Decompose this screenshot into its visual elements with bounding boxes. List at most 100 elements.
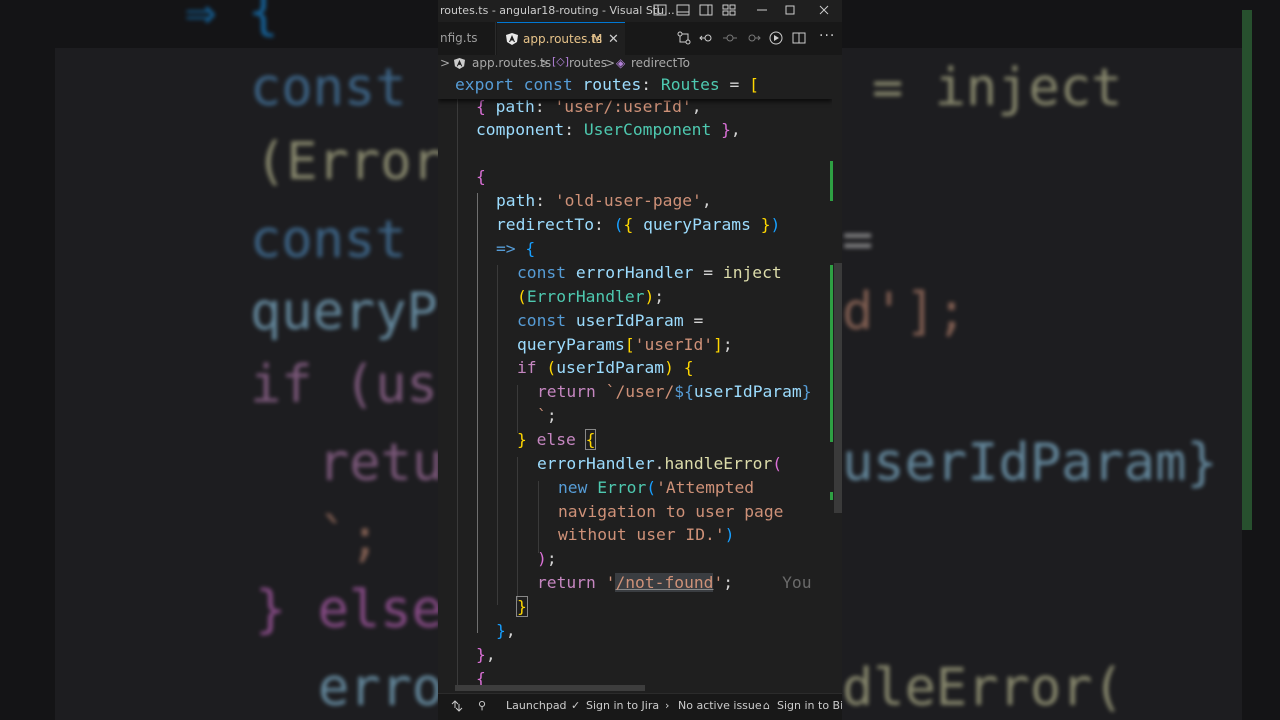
tab-label: app.routes.ts [523,32,603,46]
code-line: `; [537,406,557,425]
indent-guide [517,385,518,433]
code-line: new Error('Attempted [558,478,755,497]
background-text: `; [318,508,381,568]
indent-guide [497,265,498,605]
background-text: userIdParam} [842,433,1218,493]
rocket-icon: ⚲ [478,699,487,712]
code-line: without user ID.') [558,525,735,544]
code-line: => { [496,239,536,258]
scrollbar-thumb[interactable] [834,263,842,513]
breadcrumb-separator: > [605,56,616,70]
code-line: }, [496,621,516,640]
code-line: queryParams['userId']; [517,335,733,354]
timeline-back-icon[interactable] [699,30,715,46]
remote-icon[interactable] [451,700,463,712]
sticky-scroll-header[interactable]: export const routes: Routes = [ [438,73,832,99]
background-text: const [250,58,407,118]
breadcrumb-symbol-routes[interactable]: routes [569,56,607,70]
git-blame-hint: You [782,573,812,592]
launchpad-item[interactable]: Launchpad [506,699,567,712]
toggle-secondary-sidebar-icon[interactable] [698,2,714,18]
code-line: } [516,596,528,617]
timeline-forward-icon[interactable] [722,30,738,46]
gitlens-inspect-icon[interactable] [768,30,784,46]
background-text: dleError( [842,658,1124,718]
background-text: } else [255,580,438,640]
code-line: export const routes: Routes = [ [455,75,759,94]
background-text: ⇒ { [185,0,279,42]
jira-issue-item[interactable]: No active issue [678,699,762,712]
indent-guide [477,193,478,633]
code-line: { [476,167,486,186]
editor-tabs: nfig.ts app.routes.ts M ✕ ··· [438,22,842,56]
code-editor[interactable]: export const routes: Routes = [ { path: … [438,73,832,685]
indent-guide [538,481,539,553]
vscode-window: routes.ts - angular18-routing - Visual S… [438,0,842,720]
jira-signin-item[interactable]: Sign in to Jira [586,699,659,712]
code-line: if (userIdParam) { [517,358,694,377]
background-text: queryP [250,282,438,342]
bitbucket-icon: ⌂ [763,699,770,712]
variable-symbol-icon: [◇] [552,55,570,68]
code-line: path: 'old-user-page', [496,191,712,210]
background-panel [842,48,1242,720]
code-line: } else { [517,429,597,450]
breadcrumb-symbol-redirectto[interactable]: redirectTo [631,56,690,70]
code-line: const errorHandler = inject [517,263,782,282]
open-changes-icon[interactable] [676,30,692,46]
background-text: if (us [250,355,438,415]
code-line: navigation to user page [558,502,784,521]
background-left: ⇒ { const (Error const queryP if (us ret… [0,0,438,720]
toggle-panel-icon[interactable] [675,2,691,18]
background-git-stripe [1242,10,1252,530]
background-text: (Error [255,132,438,192]
breadcrumb-separator: > [539,56,550,70]
more-actions-icon[interactable]: ··· [819,28,835,44]
background-text: const [250,210,407,270]
bitbucket-signin-item[interactable]: Sign in to Bitb [777,699,842,712]
title-bar: routes.ts - angular18-routing - Visual S… [438,0,842,22]
chevron-right-icon: ✓ [571,699,581,712]
tab-app-routes[interactable]: app.routes.ts M ✕ [497,22,625,55]
status-bar: ⚲ Launchpad ✓ Sign in to Jira › No activ… [438,693,842,720]
background-text: d']; [842,282,968,342]
code-line: { [476,669,486,685]
tab-label: nfig.ts [440,31,478,45]
background-text: = [842,210,874,270]
code-line: }, [476,645,496,664]
code-line: errorHandler.handleError( [537,454,783,473]
minimize-icon[interactable] [754,2,770,18]
maximize-icon[interactable] [782,2,798,18]
indent-guide [457,97,458,685]
timeline-next-icon[interactable] [745,30,761,46]
tab-config[interactable]: nfig.ts [438,22,496,55]
background-right: = inject = d']; userIdParam} dleError( [842,0,1280,720]
customize-layout-icon[interactable] [721,2,737,18]
code-line: redirectTo: ({ queryParams }) [496,215,781,234]
close-tab-icon[interactable]: ✕ [608,23,619,56]
background-text: retu [318,433,438,493]
background-text: = inject [872,58,1123,118]
angular-file-icon [506,33,518,45]
git-added-marker [830,161,833,201]
editor-scrollbar[interactable] [832,73,842,685]
toggle-primary-sidebar-icon[interactable] [652,2,668,18]
code-line: return '/not-found'; You [537,573,812,592]
code-line: ); [537,549,557,568]
chevron-right-icon: › [665,699,670,712]
git-added-marker [830,492,833,500]
modified-indicator: M [592,32,603,46]
horizontal-scrollbar[interactable] [455,685,645,691]
code-line: (ErrorHandler); [517,287,665,306]
angular-file-icon [454,58,465,69]
breadcrumb-separator: > [440,56,451,70]
git-added-marker [830,265,833,442]
close-icon[interactable] [816,2,832,18]
background-text: erro [318,658,438,718]
code-line: return `/user/${userIdParam} [537,382,812,401]
window-title: routes.ts - angular18-routing - Visual S… [440,4,675,17]
split-editor-icon[interactable] [791,30,807,46]
indent-guide [517,457,518,601]
breadcrumb: > app.routes.ts > [◇] routes > ◈ redirec… [438,55,842,73]
code-line: const userIdParam = [517,311,704,330]
